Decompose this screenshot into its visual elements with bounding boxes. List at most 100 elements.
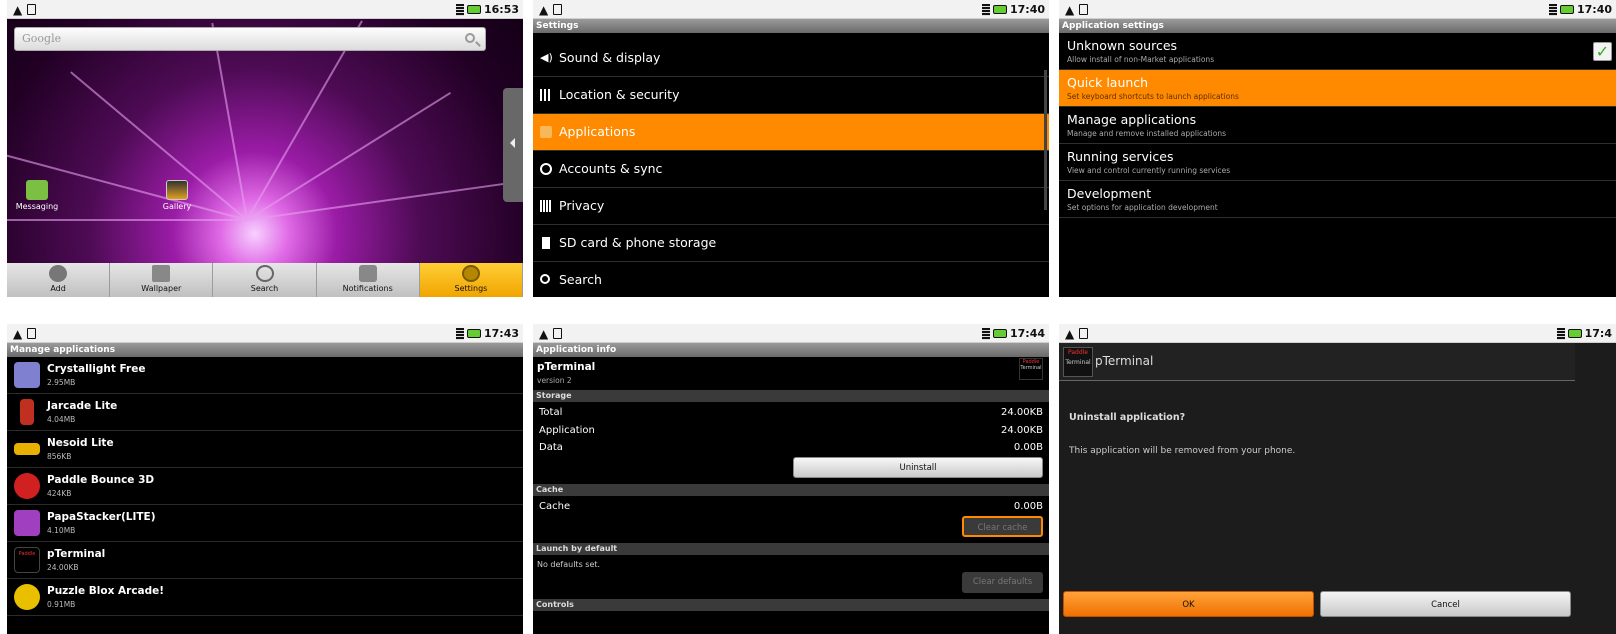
dialog-question: Uninstall application? bbox=[1069, 412, 1186, 423]
status-bar: ▲ 17:40 bbox=[1059, 0, 1616, 19]
uninstall-button[interactable]: Uninstall bbox=[793, 457, 1043, 478]
settings-item-location[interactable]: Location & security bbox=[533, 77, 1049, 114]
settings-button[interactable]: Settings bbox=[419, 263, 523, 297]
settings-item-privacy[interactable]: Privacy bbox=[533, 188, 1049, 225]
app-drawer-handle[interactable] bbox=[503, 88, 523, 202]
messaging-icon bbox=[26, 180, 48, 200]
pterminal-logo-subtext: Terminal bbox=[1065, 359, 1091, 366]
messaging-shortcut[interactable]: Messaging bbox=[7, 180, 67, 211]
storage-data-row: Data 0.00B bbox=[533, 439, 1049, 456]
settings-item-label: Privacy bbox=[559, 198, 605, 213]
usb-icon bbox=[553, 328, 562, 339]
app-list-item[interactable]: Crystallight Free 2.95MB bbox=[7, 357, 523, 394]
storage-value: 24.00KB bbox=[1000, 407, 1043, 418]
manage-applications-screen: ▲ 17:43 Manage applications Crystallight… bbox=[7, 324, 523, 634]
settings-item-label: Applications bbox=[559, 124, 636, 139]
wallpaper-label: Wallpaper bbox=[141, 284, 182, 293]
messaging-label: Messaging bbox=[15, 202, 59, 211]
item-title: Unknown sources bbox=[1067, 38, 1178, 53]
ok-button[interactable]: OK bbox=[1063, 591, 1314, 617]
pterminal-logo-text: Paddle bbox=[18, 551, 36, 557]
usb-icon bbox=[27, 328, 36, 339]
sync-icon bbox=[540, 163, 552, 175]
uninstall-dialog-screen: ▲ 17:4 Paddle Terminal pTerminal Uninstal… bbox=[1059, 324, 1616, 634]
settings-icon bbox=[461, 265, 480, 282]
warning-icon: ▲ bbox=[1065, 327, 1075, 341]
status-bar: ▲ 17:40 bbox=[533, 0, 1049, 19]
wallpaper-icon bbox=[152, 265, 171, 282]
warning-icon: ▲ bbox=[539, 3, 549, 17]
pterminal-logo-text: Paddle bbox=[1067, 349, 1088, 356]
notifications-icon bbox=[358, 265, 377, 282]
clock: 17:40 bbox=[1009, 3, 1045, 16]
clear-defaults-button[interactable]: Clear defaults bbox=[962, 572, 1043, 593]
app-list-item[interactable]: Jarcade Lite 4.04MB bbox=[7, 394, 523, 431]
search-button[interactable]: Search bbox=[213, 263, 317, 297]
app-name: Paddle Bounce 3D bbox=[47, 474, 155, 486]
app-size: 0.91MB bbox=[47, 600, 76, 609]
clear-cache-button[interactable]: Clear cache bbox=[962, 516, 1043, 537]
app-name: Nesoid Lite bbox=[47, 437, 114, 449]
page-title: Manage applications bbox=[7, 343, 523, 357]
item-subtitle: Manage and remove installed applications bbox=[1067, 129, 1227, 138]
app-list-item[interactable]: Puzzle Blox Arcade! 0.91MB bbox=[7, 579, 523, 616]
notifications-label: Notifications bbox=[342, 284, 393, 293]
app-list-item[interactable]: Paddle pTerminal 24.00KB bbox=[7, 542, 523, 579]
storage-value: 24.00KB bbox=[1000, 425, 1043, 436]
scrollbar[interactable] bbox=[1044, 70, 1047, 210]
gallery-shortcut[interactable]: Gallery bbox=[147, 180, 207, 211]
development-item[interactable]: Development Set options for application … bbox=[1059, 181, 1616, 218]
usb-icon bbox=[553, 4, 562, 15]
manage-applications-item[interactable]: Manage applications Manage and remove in… bbox=[1059, 107, 1616, 144]
add-button[interactable]: Add bbox=[7, 263, 111, 297]
add-icon bbox=[49, 265, 68, 282]
warning-icon: ▲ bbox=[13, 3, 23, 17]
search-icon bbox=[540, 274, 550, 284]
item-subtitle: Set keyboard shortcuts to launch applica… bbox=[1067, 92, 1239, 101]
settings-item-label: Search bbox=[559, 272, 602, 287]
jarcade-icon bbox=[20, 399, 34, 425]
clock: 17:43 bbox=[483, 327, 519, 340]
app-name: Puzzle Blox Arcade! bbox=[47, 585, 165, 597]
app-list-item[interactable]: PapaStacker(LITE) 4.10MB bbox=[7, 505, 523, 542]
storage-label: Data bbox=[539, 442, 563, 453]
settings-item-applications[interactable]: Applications bbox=[533, 114, 1049, 151]
battery-icon bbox=[1567, 329, 1582, 338]
battery-icon bbox=[992, 329, 1007, 338]
app-name: PapaStacker(LITE) bbox=[47, 511, 156, 523]
notifications-button[interactable]: Notifications bbox=[317, 263, 420, 297]
page-title: Application info bbox=[533, 343, 1049, 357]
app-list-item[interactable]: Paddle Bounce 3D 424KB bbox=[7, 468, 523, 505]
app-size: 424KB bbox=[47, 489, 72, 498]
running-services-item[interactable]: Running services View and control curren… bbox=[1059, 144, 1616, 181]
search-icon[interactable] bbox=[465, 33, 475, 43]
status-bar: ▲ 16:53 bbox=[7, 0, 523, 19]
unknown-sources-item[interactable]: Unknown sources Allow install of non-Mar… bbox=[1059, 33, 1616, 70]
uninstall-dialog: Paddle Terminal pTerminal Uninstall appli… bbox=[1059, 343, 1575, 621]
settings-item-sound[interactable]: ◀) Sound & display bbox=[533, 40, 1049, 77]
privacy-icon bbox=[540, 200, 552, 212]
status-bar: ▲ 17:4 bbox=[1059, 324, 1616, 343]
application-settings-screen: ▲ 17:40 Application settings Unknown sou… bbox=[1059, 0, 1616, 297]
settings-item-search[interactable]: Search bbox=[533, 262, 1049, 297]
wallpaper-button[interactable]: Wallpaper bbox=[110, 263, 214, 297]
applications-icon bbox=[540, 126, 552, 138]
app-name: Crystallight Free bbox=[47, 363, 146, 375]
app-size: 4.04MB bbox=[47, 415, 76, 424]
page-title: Settings bbox=[533, 19, 1049, 33]
quick-launch-item[interactable]: Quick launch Set keyboard shortcuts to l… bbox=[1059, 70, 1616, 107]
battery-icon bbox=[466, 329, 481, 338]
clock: 16:53 bbox=[483, 3, 519, 16]
google-search-widget[interactable]: Google bbox=[14, 27, 486, 51]
settings-item-accounts[interactable]: Accounts & sync bbox=[533, 151, 1049, 188]
controls-header: Controls bbox=[533, 599, 1049, 611]
cancel-button[interactable]: Cancel bbox=[1320, 591, 1571, 617]
app-list-item[interactable]: Nesoid Lite 856KB bbox=[7, 431, 523, 468]
menu-bar: Add Wallpaper Search Notifications Setti… bbox=[7, 263, 523, 297]
item-subtitle: Allow install of non-Market applications bbox=[1067, 55, 1215, 64]
settings-item-storage[interactable]: SD card & phone storage bbox=[533, 225, 1049, 262]
search-icon bbox=[255, 265, 274, 282]
sdcard-icon bbox=[542, 237, 550, 249]
unknown-sources-checkbox[interactable]: ✓ bbox=[1593, 42, 1612, 61]
app-name: pTerminal bbox=[47, 548, 106, 560]
